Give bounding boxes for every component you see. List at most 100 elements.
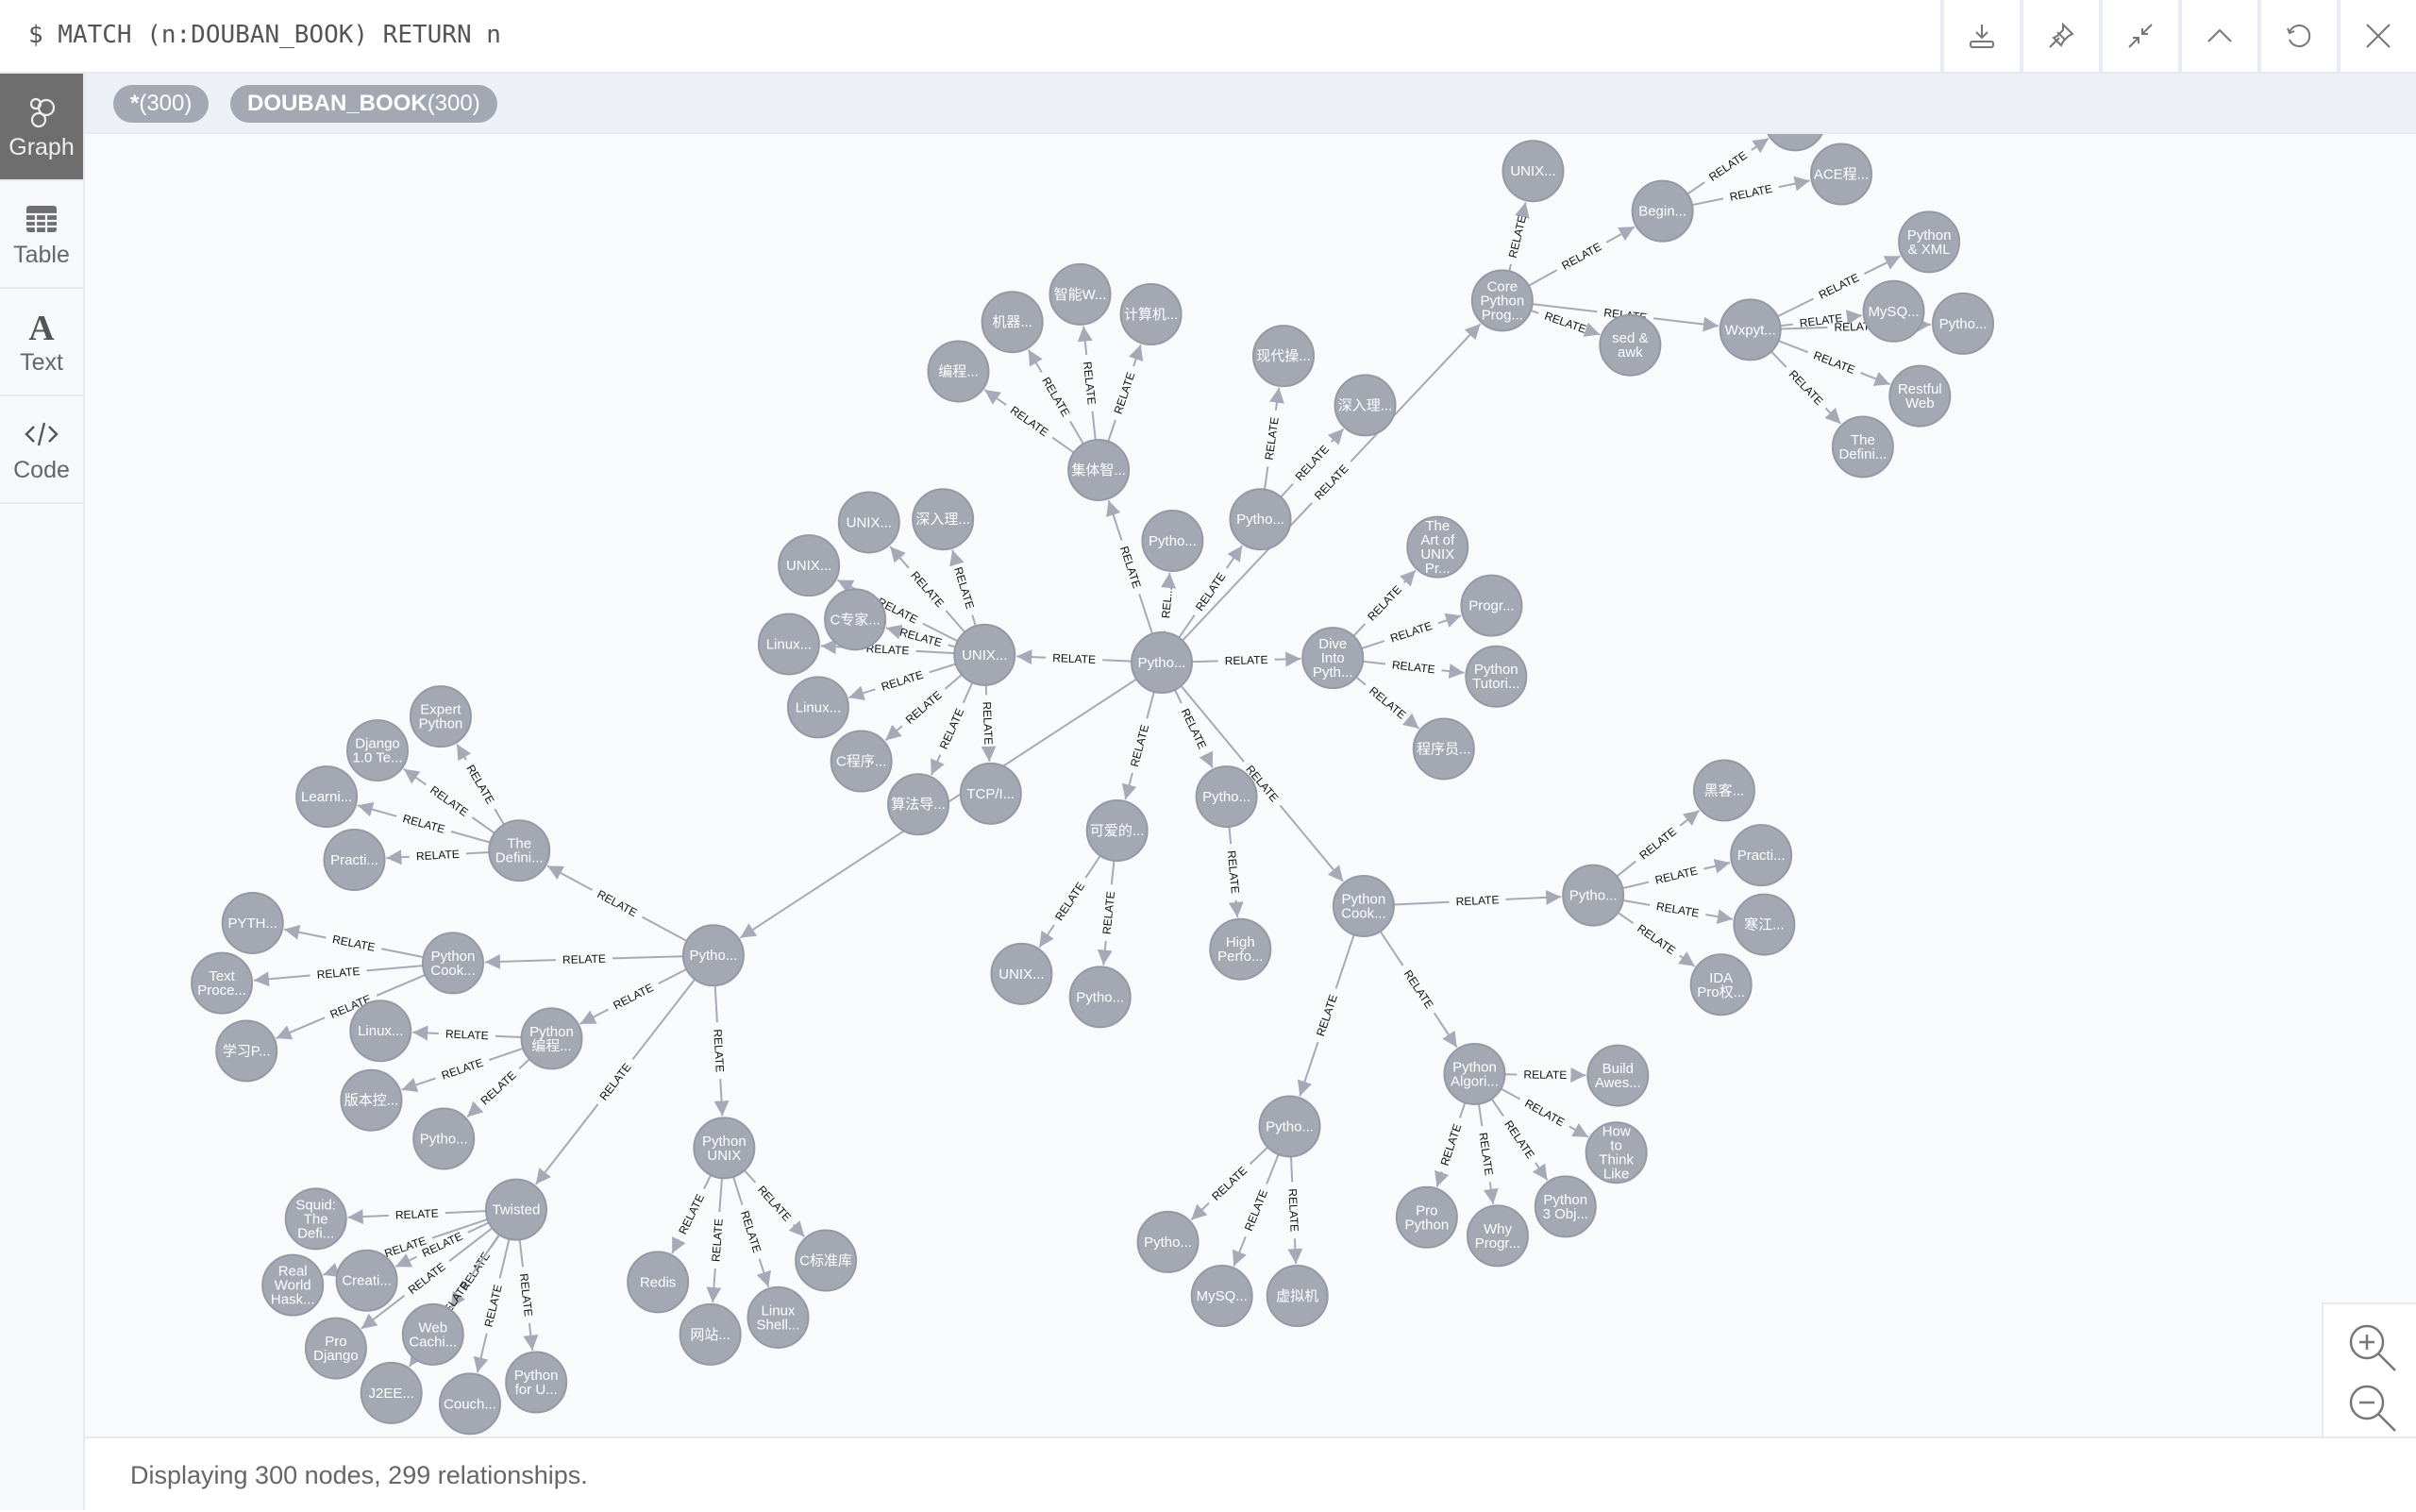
- relationship[interactable]: RELATE: [1100, 861, 1118, 966]
- relationship[interactable]: RELATE: [1286, 1156, 1301, 1264]
- sidebar-item-code[interactable]: Code: [0, 396, 83, 504]
- graph-node[interactable]: Pytho...: [1070, 966, 1131, 1027]
- graph-node[interactable]: TheArt ofUNIXPr...: [1407, 517, 1468, 578]
- graph-node[interactable]: C标准库: [796, 1231, 856, 1291]
- graph-node[interactable]: PythonCook...: [1334, 876, 1394, 936]
- graph-node[interactable]: MySQ...: [1864, 281, 1924, 342]
- graph-node[interactable]: Pytho...: [1197, 766, 1257, 827]
- collapse-button[interactable]: [2099, 0, 2178, 72]
- graph-node[interactable]: 虚拟机: [1267, 1266, 1328, 1326]
- relationship[interactable]: RELATE: [1300, 934, 1353, 1096]
- graph-node[interactable]: HowtoThinkLike: [1586, 1122, 1647, 1183]
- relationship[interactable]: RELATE: [709, 1178, 725, 1302]
- graph-node[interactable]: 可爱的...: [1087, 800, 1148, 861]
- zoom-in-button[interactable]: [2344, 1319, 2399, 1374]
- relationship[interactable]: RELATE: [1039, 856, 1100, 948]
- close-button[interactable]: [2337, 0, 2416, 72]
- relationship[interactable]: RELATE: [672, 1175, 711, 1253]
- relationship[interactable]: RELATE: [848, 664, 955, 697]
- relationship[interactable]: RELATE: [1529, 227, 1635, 286]
- query-text[interactable]: $ MATCH (n:DOUBAN_BOOK) RETURN n: [28, 21, 501, 49]
- relationship[interactable]: RELATE: [711, 985, 727, 1116]
- graph-node[interactable]: UNIX...: [991, 944, 1051, 1004]
- graph-node[interactable]: PythonTutori...: [1466, 647, 1526, 707]
- graph-node[interactable]: 程序员...: [1414, 718, 1474, 779]
- graph-node[interactable]: Learni...: [296, 766, 357, 827]
- graph-node[interactable]: 版本控...: [341, 1070, 401, 1131]
- graph-node[interactable]: Django1.0 Te...: [347, 720, 408, 781]
- relationship[interactable]: RELATE: [1016, 651, 1132, 666]
- graph-node[interactable]: 现代操...: [1253, 326, 1314, 386]
- relationship[interactable]: RELATE: [254, 965, 423, 982]
- graph-node[interactable]: WebCachi...: [403, 1304, 463, 1365]
- graph-node[interactable]: IDAPro权...: [1691, 954, 1752, 1015]
- graph-node[interactable]: 集体智...: [1068, 440, 1129, 500]
- graph-node[interactable]: Pytho...: [1132, 632, 1192, 693]
- graph-node[interactable]: Linux...: [759, 613, 819, 674]
- graph-node[interactable]: C专家...: [825, 589, 885, 649]
- graph-node[interactable]: TheDefini...: [489, 820, 549, 881]
- graph-node[interactable]: Linux...: [788, 677, 848, 737]
- relationship[interactable]: RELATE: [580, 969, 687, 1024]
- graph-node[interactable]: LinuxShell...: [747, 1287, 808, 1348]
- graph-node[interactable]: PythonCook...: [423, 932, 483, 993]
- graph-node[interactable]: Creati...: [337, 1251, 397, 1311]
- relationship[interactable]: RELATE: [412, 1027, 521, 1042]
- graph-node[interactable]: RestfulWeb: [1889, 366, 1950, 427]
- graph-node[interactable]: Squid:TheDefi...: [286, 1188, 346, 1249]
- sidebar-item-table[interactable]: Table: [0, 181, 83, 289]
- graph-node[interactable]: 网站...: [680, 1304, 741, 1365]
- graph-node[interactable]: 编程...: [929, 341, 989, 401]
- graph-node[interactable]: Practi...: [325, 830, 385, 890]
- graph-node[interactable]: DiveIntoPyth...: [1302, 628, 1363, 688]
- graph-node[interactable]: 计算机...: [1121, 284, 1182, 344]
- graph-node[interactable]: 智能W...: [1049, 264, 1110, 325]
- graph-node[interactable]: ProDjango: [306, 1319, 366, 1379]
- graph-node[interactable]: Python& XML: [1899, 211, 1959, 272]
- graph-node[interactable]: 深入理...: [913, 489, 973, 549]
- relationship[interactable]: RELATE: [1506, 202, 1529, 271]
- relationship[interactable]: RELATE: [1531, 310, 1600, 336]
- relationship[interactable]: RELATE: [1125, 692, 1153, 799]
- relationship[interactable]: RELATE: [348, 1206, 486, 1221]
- graph-node[interactable]: C程序...: [831, 731, 892, 792]
- graph-node[interactable]: 黑客...: [1694, 761, 1754, 821]
- graph-node[interactable]: MySQ...: [1192, 1266, 1252, 1326]
- graph-node[interactable]: Linux...: [350, 1000, 411, 1061]
- relationship[interactable]: RELATE: [517, 1239, 535, 1350]
- graph-node[interactable]: Pytho...: [683, 925, 744, 985]
- graph-node[interactable]: Redis: [628, 1252, 688, 1312]
- graph-node[interactable]: [1765, 134, 1825, 150]
- graph-node[interactable]: 深入理...: [1335, 375, 1396, 435]
- graph-node[interactable]: Pytho...: [1231, 489, 1291, 549]
- relationship[interactable]: RELATE: [1356, 677, 1419, 728]
- graph-node[interactable]: WhyProgr...: [1468, 1205, 1528, 1266]
- relationship[interactable]: RELATE: [358, 805, 491, 842]
- graph-node[interactable]: Wxpyt...: [1720, 299, 1781, 360]
- graph-node[interactable]: TCP/I...: [961, 764, 1021, 824]
- relationship[interactable]: RELATE: [980, 685, 995, 762]
- graph-node[interactable]: 算法导...: [888, 774, 948, 834]
- relationship[interactable]: RELATE: [547, 865, 687, 941]
- graph-node[interactable]: Pytho...: [1142, 511, 1202, 571]
- relationship[interactable]: RELATE: [1192, 653, 1300, 667]
- up-button[interactable]: [2178, 0, 2257, 72]
- graph-node[interactable]: Pytho...: [1138, 1212, 1199, 1272]
- rerun-button[interactable]: [2257, 0, 2337, 72]
- relationship[interactable]: RELATE: [1225, 827, 1242, 917]
- graph-node[interactable]: PythonAlgori...: [1444, 1044, 1504, 1104]
- label-pill-douban-book[interactable]: DOUBAN_BOOK(300): [230, 85, 497, 123]
- graph-node[interactable]: CorePythonProg...: [1472, 270, 1533, 330]
- graph-svg[interactable]: RELATERELATERELATEREL...RELATERELATERELA…: [85, 134, 2416, 1436]
- relationship[interactable]: RELATE: [1381, 932, 1457, 1048]
- relationship[interactable]: RELATE: [1618, 913, 1694, 966]
- relationship[interactable]: RELATE: [284, 930, 424, 958]
- relationship[interactable]: RELATE: [1622, 863, 1730, 888]
- graph-node[interactable]: UNIX...: [839, 492, 899, 552]
- graph-node[interactable]: TheDefini...: [1833, 416, 1893, 477]
- download-button[interactable]: [1940, 0, 2020, 72]
- zoom-out-button[interactable]: [2344, 1380, 2399, 1435]
- graph-node[interactable]: PythonUNIX: [694, 1117, 754, 1178]
- label-pill-all[interactable]: *(300): [113, 85, 209, 123]
- relationship[interactable]: RELATE: [951, 550, 977, 627]
